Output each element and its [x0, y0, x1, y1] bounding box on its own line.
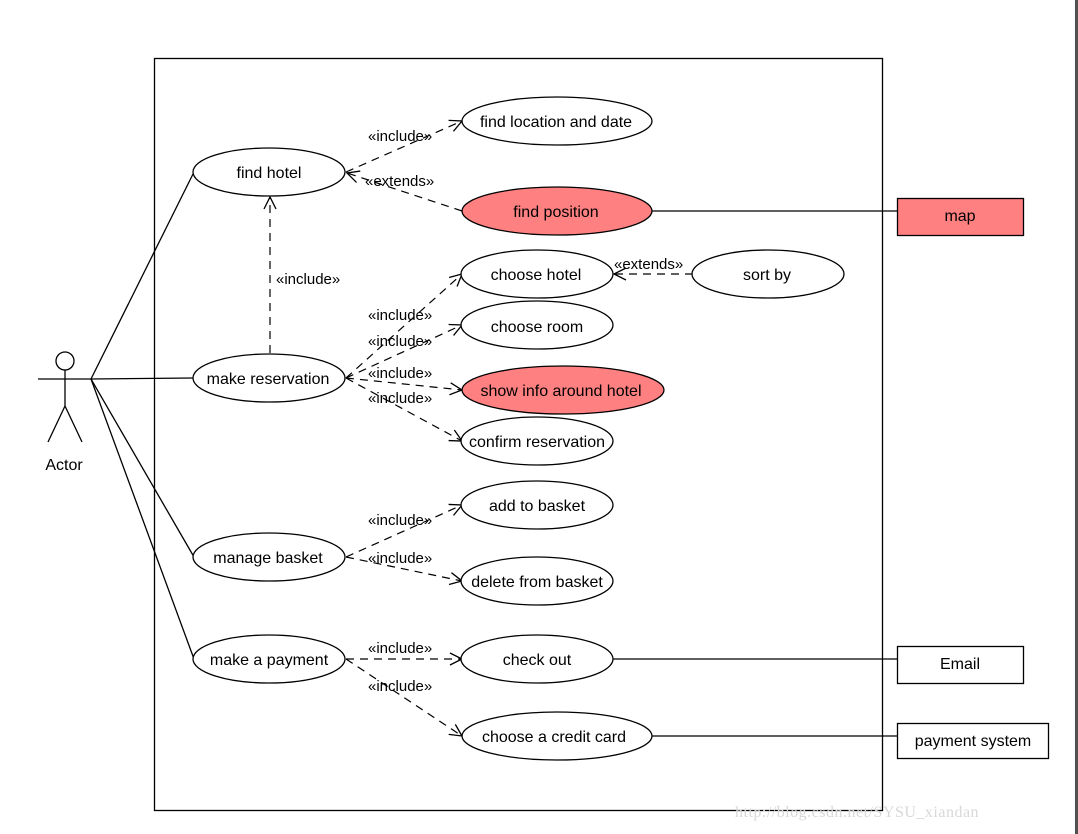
use-case-label: make a payment — [210, 652, 329, 669]
use-case-label: choose hotel — [491, 267, 582, 284]
use-case-show-info-around-hotel[interactable]: show info around hotel — [461, 365, 665, 415]
external-system-email[interactable]: Email — [896, 645, 1025, 685]
use-case-label: show info around hotel — [481, 383, 642, 400]
use-case-label: add to basket — [489, 498, 586, 515]
use-case-label: confirm reservation — [469, 434, 605, 451]
label-include-find-hotel: «include» — [276, 271, 340, 288]
label-include-delete-basket: «include» — [368, 550, 432, 567]
label-include-location: «include» — [368, 128, 432, 145]
actor-right-leg — [64, 405, 83, 443]
use-case-label: sort by — [743, 267, 791, 284]
use-case-make-a-payment[interactable]: make a payment — [192, 634, 346, 684]
use-case-find-location-and-date[interactable]: find location and date — [461, 96, 653, 146]
external-system-label: map — [944, 208, 975, 225]
label-include-choose-room: «include» — [368, 333, 432, 350]
watermark: http://blog.csdn.net/SYSU_xiandan — [735, 804, 980, 821]
external-system-label: Email — [940, 656, 980, 673]
use-case-label: make reservation — [207, 371, 330, 388]
use-case-manage-basket[interactable]: manage basket — [192, 532, 346, 582]
use-case-label: manage basket — [213, 550, 323, 567]
use-case-label: check out — [503, 652, 572, 669]
actor-left-leg — [47, 405, 66, 443]
actor-label: Actor — [45, 457, 83, 474]
use-case-delete-from-basket[interactable]: delete from basket — [460, 556, 614, 606]
actor-head — [55, 351, 75, 371]
use-case-choose-hotel[interactable]: choose hotel — [460, 249, 614, 299]
use-case-label: find position — [513, 204, 598, 221]
label-include-choose-hotel: «include» — [368, 307, 432, 324]
rel-make-reservation-include-confirm — [345, 377, 464, 442]
use-case-choose-a-credit-card[interactable]: choose a credit card — [461, 711, 653, 761]
use-case-diagram: Actor «include» «extends» «include» «inc… — [38, 57, 1050, 812]
use-case-find-hotel[interactable]: find hotel — [192, 147, 346, 197]
label-include-check-out: «include» — [368, 640, 432, 657]
rel-make-reservation-include-choose-hotel — [345, 273, 464, 379]
label-include-show-info: «include» — [368, 365, 432, 382]
external-system-label: payment system — [915, 733, 1031, 750]
external-system-payment-system[interactable]: payment system — [896, 722, 1050, 760]
use-case-make-reservation[interactable]: make reservation — [192, 353, 346, 403]
use-case-sort-by[interactable]: sort by — [691, 249, 845, 299]
actor[interactable]: Actor — [38, 351, 92, 474]
use-case-check-out[interactable]: check out — [460, 634, 614, 684]
assoc-actor-find-hotel — [90, 171, 195, 380]
use-case-find-position[interactable]: find position — [461, 186, 653, 236]
use-case-choose-room[interactable]: choose room — [460, 300, 614, 350]
label-include-add-basket: «include» — [368, 512, 432, 529]
use-case-confirm-reservation[interactable]: confirm reservation — [460, 416, 614, 466]
assoc-actor-manage-basket — [90, 378, 195, 558]
label-extends-sort-by: «extends» — [614, 256, 683, 273]
use-case-label: choose a credit card — [482, 729, 626, 746]
use-case-label: choose room — [491, 319, 584, 336]
use-case-label: find location and date — [480, 114, 632, 131]
label-extends-find-position: «extends» — [365, 173, 434, 190]
label-include-credit-card: «include» — [368, 678, 432, 695]
label-include-confirm: «include» — [368, 390, 432, 407]
assoc-actor-make-a-payment — [90, 378, 195, 660]
use-case-add-to-basket[interactable]: add to basket — [460, 480, 614, 530]
rel-payment-include-credit-card — [345, 658, 464, 737]
external-system-map[interactable]: map — [896, 197, 1025, 237]
use-case-label: delete from basket — [471, 574, 603, 591]
use-case-label: find hotel — [237, 165, 302, 182]
assoc-actor-make-reservation — [90, 377, 194, 380]
